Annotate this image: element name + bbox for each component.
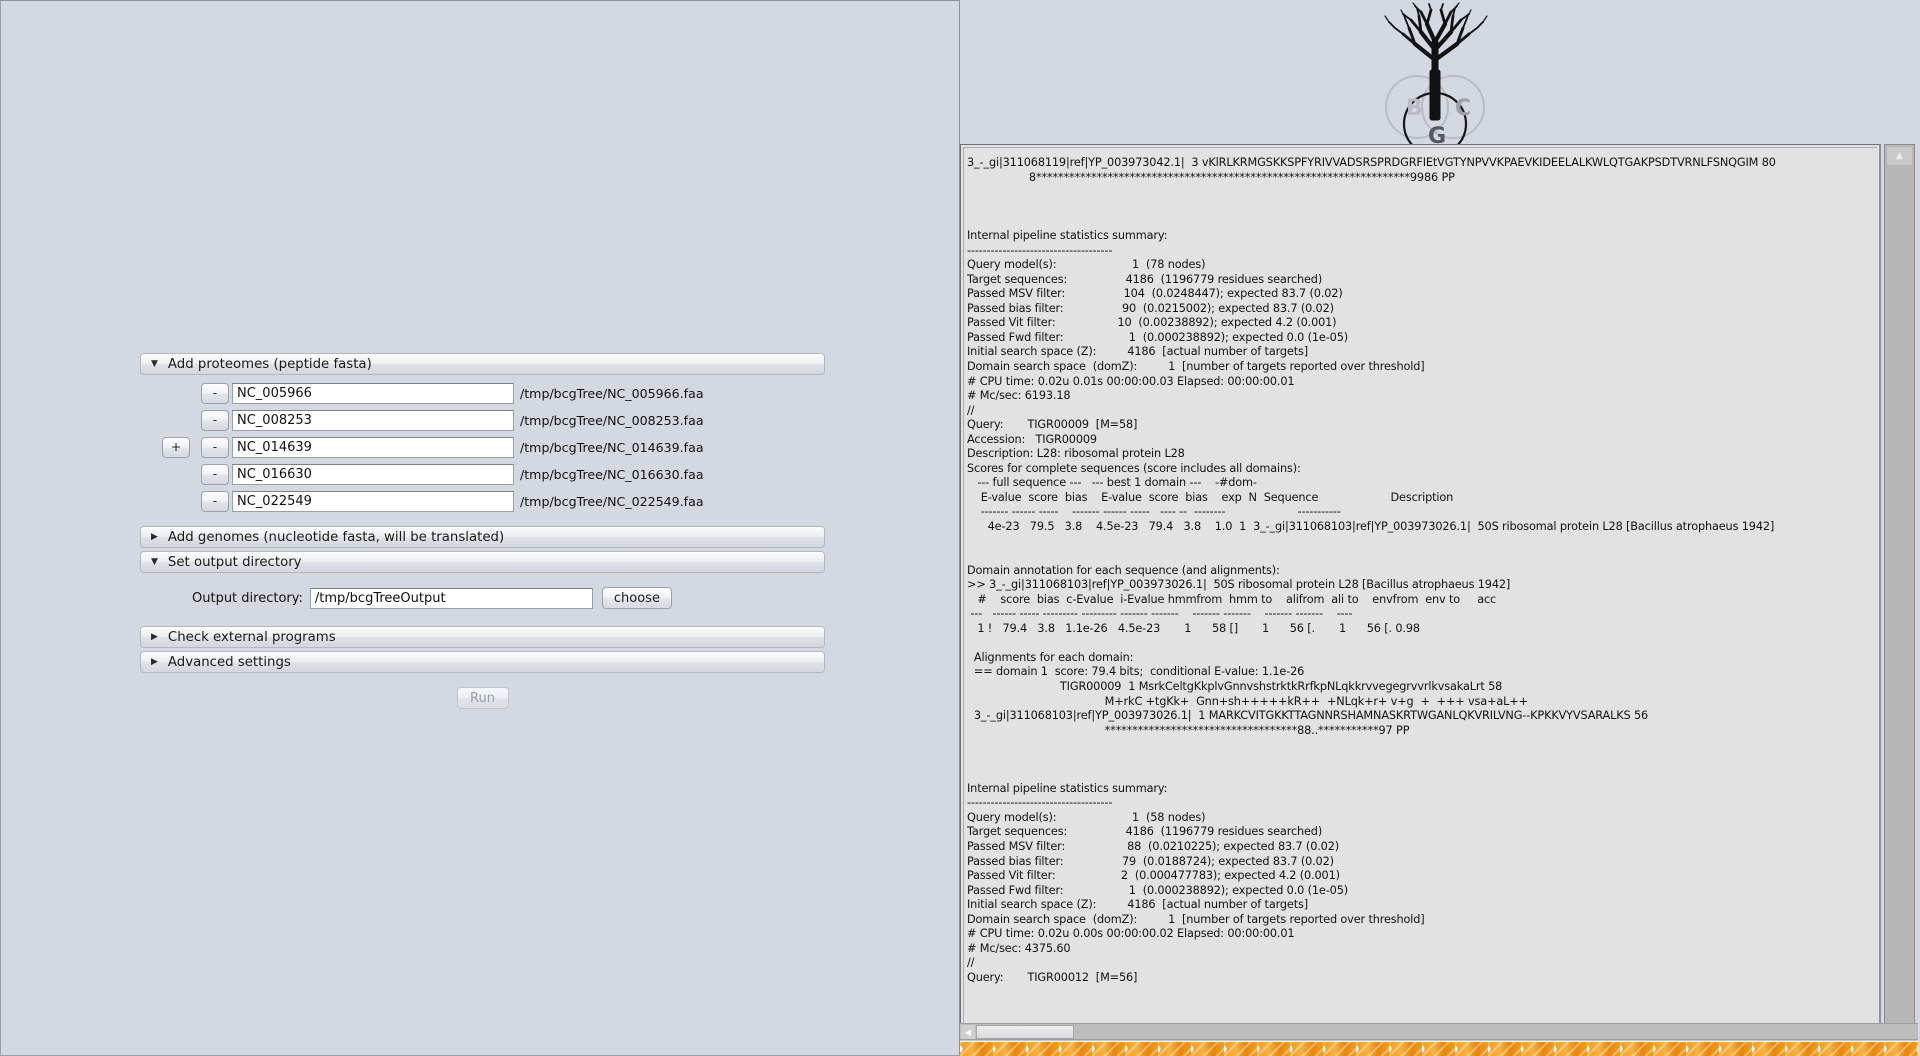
output-directory-label: Output directory:	[192, 591, 303, 606]
hmmer-output-console: 3_-_gi|311068119|ref|YP_003973042.1| 3 v…	[960, 144, 1920, 1031]
console-log-text: 3_-_gi|311068119|ref|YP_003973042.1| 3 v…	[967, 156, 1920, 985]
add-proteome-button[interactable]: +	[162, 437, 190, 458]
console-vertical-scrollbar[interactable]: ▲	[1884, 144, 1915, 1030]
run-button-container: Run	[140, 687, 825, 709]
bcgtree-settings-window: ▼ Add proteomes (peptide fasta) - /tmp/b…	[0, 0, 960, 1056]
add-slot: +	[140, 437, 198, 458]
output-directory-panel-body: Output directory: choose	[140, 576, 825, 623]
chevron-right-icon: ▶	[151, 533, 158, 542]
remove-proteome-button[interactable]: -	[201, 410, 229, 431]
remove-slot: -	[198, 383, 232, 404]
proteome-name-input[interactable]	[232, 491, 514, 512]
accordion-header-proteomes[interactable]: ▼ Add proteomes (peptide fasta)	[140, 353, 825, 375]
proteome-path-label: /tmp/bcgTree/NC_022549.faa	[520, 494, 704, 509]
proteome-name-input[interactable]	[232, 437, 514, 458]
chevron-right-icon: ▶	[151, 658, 158, 667]
accordion-label-advanced-settings: Advanced settings	[168, 655, 291, 670]
accordion-header-advanced-settings[interactable]: ▶ Advanced settings	[140, 651, 825, 673]
svg-text:C: C	[1455, 96, 1471, 121]
accordion-header-output-directory[interactable]: ▼ Set output directory	[140, 551, 825, 573]
remove-slot: -	[198, 437, 232, 458]
output-directory-input[interactable]	[310, 588, 593, 609]
proteome-path-label: /tmp/bcgTree/NC_005966.faa	[520, 386, 704, 401]
remove-slot: -	[198, 410, 232, 431]
remove-proteome-button[interactable]: -	[201, 383, 229, 404]
proteome-row: - /tmp/bcgTree/NC_008253.faa	[140, 409, 825, 431]
proteome-row: - /tmp/bcgTree/NC_005966.faa	[140, 382, 825, 404]
accordion-label-output-directory: Set output directory	[168, 555, 302, 570]
bcgtree-logo: B C G	[1375, 2, 1495, 144]
accordion-label-genomes: Add genomes (nucleotide fasta, will be t…	[168, 530, 504, 545]
chevron-down-icon: ▼	[151, 558, 158, 567]
proteome-name-input[interactable]	[232, 410, 514, 431]
horizontal-scroll-thumb[interactable]	[976, 1025, 1074, 1039]
remove-proteome-button[interactable]: -	[201, 491, 229, 512]
svg-text:B: B	[1406, 96, 1423, 121]
remove-proteome-button[interactable]: -	[201, 464, 229, 485]
progress-bar	[960, 1040, 1918, 1056]
accordion-label-external-programs: Check external programs	[168, 630, 336, 645]
remove-slot: -	[198, 464, 232, 485]
accordion-label-proteomes: Add proteomes (peptide fasta)	[168, 357, 372, 372]
proteome-row: + - /tmp/bcgTree/NC_014639.faa	[140, 436, 825, 458]
console-frame: 3_-_gi|311068119|ref|YP_003973042.1| 3 v…	[960, 144, 1881, 1030]
remove-proteome-button[interactable]: -	[201, 437, 229, 458]
proteome-path-label: /tmp/bcgTree/NC_014639.faa	[520, 440, 704, 455]
scroll-up-arrow-icon[interactable]: ▲	[1887, 147, 1912, 165]
proteome-path-label: /tmp/bcgTree/NC_008253.faa	[520, 413, 704, 428]
application-window: ▼ Add proteomes (peptide fasta) - /tmp/b…	[0, 0, 1920, 1056]
settings-form: ▼ Add proteomes (peptide fasta) - /tmp/b…	[140, 353, 825, 709]
tree-icon	[1385, 3, 1487, 120]
console-horizontal-scrollbar[interactable]: ◀	[960, 1023, 1918, 1040]
proteomes-panel-body: - /tmp/bcgTree/NC_005966.faa - /tmp/bcgT…	[140, 378, 825, 523]
scroll-left-arrow-icon[interactable]: ◀	[961, 1025, 975, 1039]
proteome-name-input[interactable]	[232, 383, 514, 404]
proteome-row: - /tmp/bcgTree/NC_022549.faa	[140, 490, 825, 512]
run-button[interactable]: Run	[457, 687, 509, 709]
progress-bar-separators	[960, 1041, 1918, 1056]
output-directory-row: Output directory: choose	[140, 586, 825, 610]
accordion-header-external-programs[interactable]: ▶ Check external programs	[140, 626, 825, 648]
svg-text:G: G	[1428, 124, 1446, 144]
chevron-right-icon: ▶	[151, 633, 158, 642]
proteome-path-label: /tmp/bcgTree/NC_016630.faa	[520, 467, 704, 482]
remove-slot: -	[198, 491, 232, 512]
proteome-row: - /tmp/bcgTree/NC_016630.faa	[140, 463, 825, 485]
choose-directory-button[interactable]: choose	[602, 587, 672, 609]
accordion-header-genomes[interactable]: ▶ Add genomes (nucleotide fasta, will be…	[140, 526, 825, 548]
proteome-name-input[interactable]	[232, 464, 514, 485]
chevron-down-icon: ▼	[151, 360, 158, 369]
